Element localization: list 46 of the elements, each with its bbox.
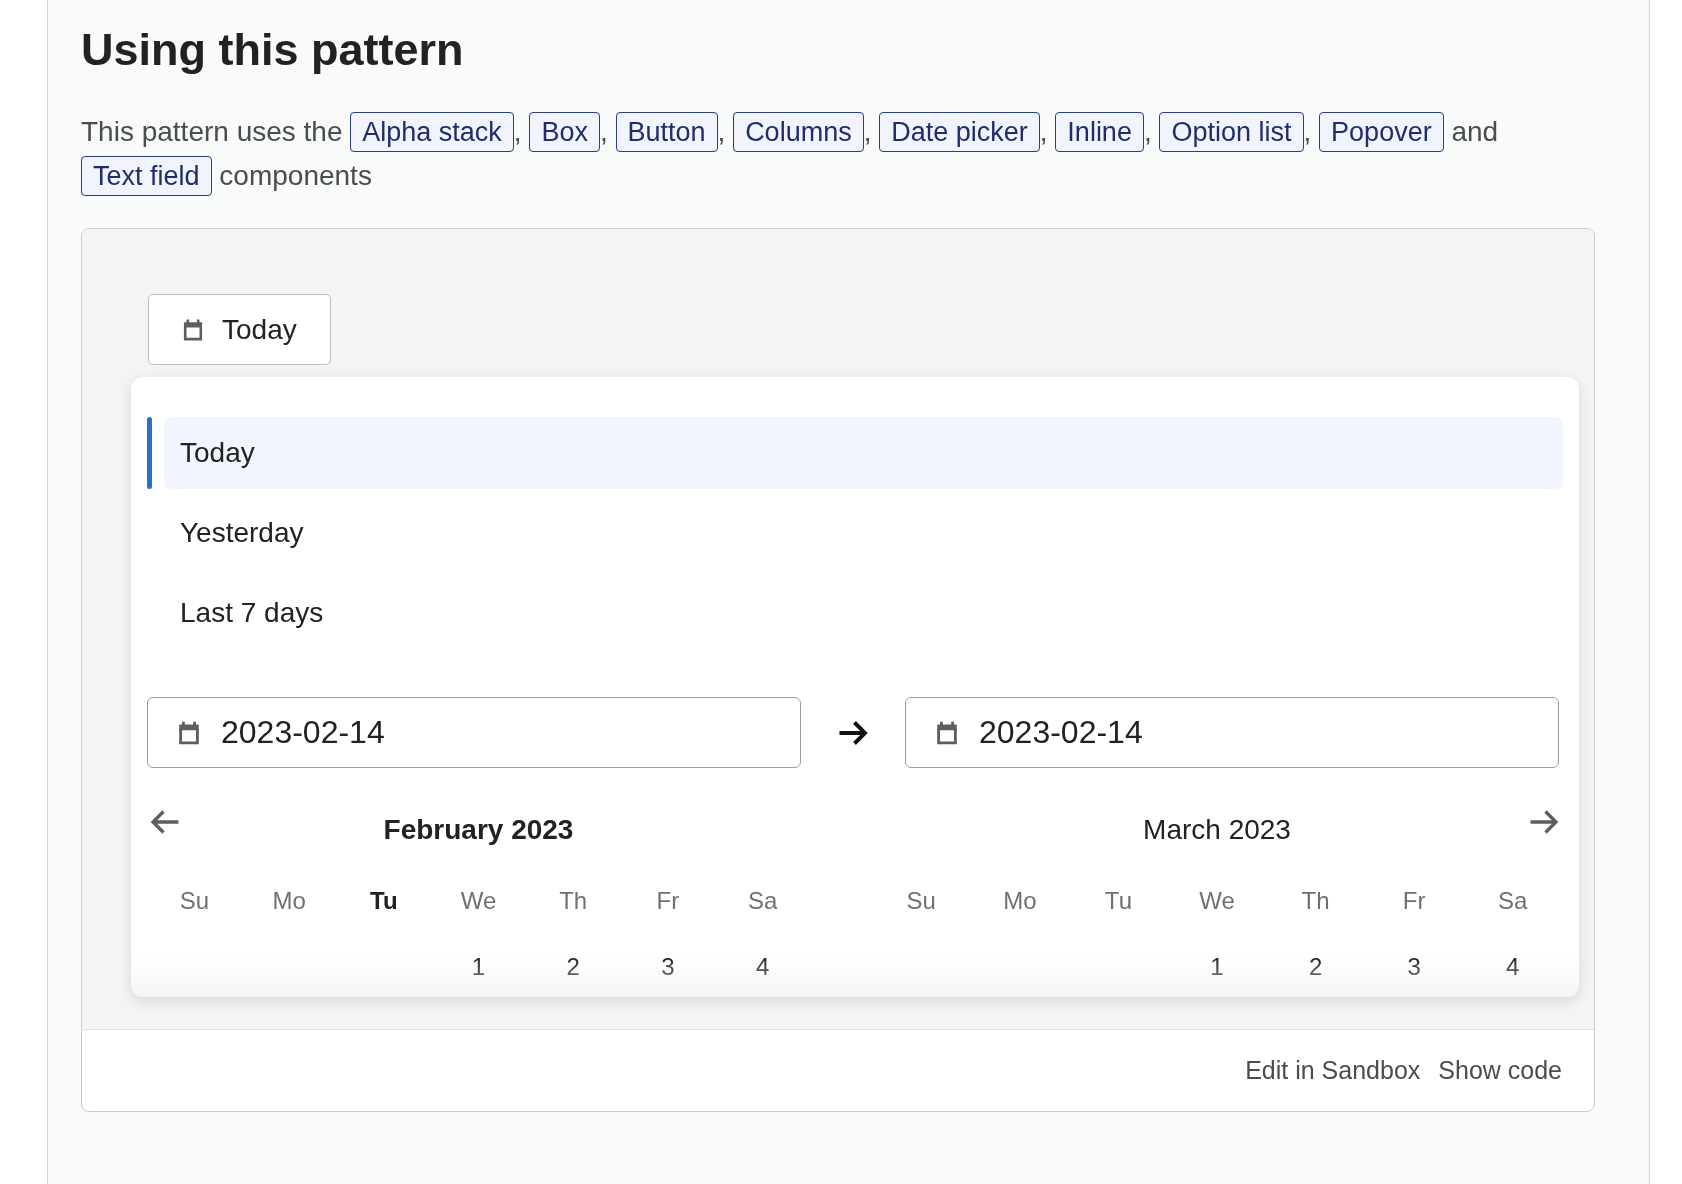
component-link[interactable]: Columns — [733, 112, 864, 152]
day-button[interactable]: 2 — [1308, 953, 1323, 981]
weekday-label: Fr — [1402, 887, 1426, 915]
component-link[interactable]: Date picker — [879, 112, 1040, 152]
weekday-label: Sa — [1498, 887, 1528, 915]
month-title: March 2023 — [1143, 814, 1291, 846]
weekday-label: Fr — [656, 887, 680, 915]
option-item[interactable]: Yesterday — [164, 497, 1563, 569]
day-button[interactable]: 3 — [661, 953, 675, 981]
component-link[interactable]: Alpha stack — [350, 112, 514, 152]
section-heading: Using this pattern — [81, 23, 465, 77]
weekday-label: Sa — [747, 887, 778, 915]
component-link[interactable]: Popover — [1319, 112, 1444, 152]
day-button[interactable]: 3 — [1407, 953, 1421, 981]
start-date-field[interactable]: 2023-02-14 — [147, 697, 801, 768]
end-date-field[interactable]: 2023-02-14 — [905, 697, 1559, 768]
weekday-label: Mo — [1003, 887, 1037, 915]
footer-link[interactable]: Edit in Sandbox — [1245, 1056, 1421, 1085]
day-button[interactable]: 2 — [566, 953, 580, 981]
month-title: February 2023 — [383, 814, 574, 846]
selection-bar — [147, 417, 152, 489]
footer-link[interactable]: Show code — [1438, 1056, 1562, 1085]
weekday-label: Th — [1301, 887, 1330, 915]
day-button[interactable]: 4 — [1506, 953, 1520, 981]
weekday-label: We — [460, 887, 497, 915]
component-link[interactable]: Text field — [81, 156, 212, 196]
day-button[interactable]: 1 — [471, 953, 486, 981]
weekday-label: Tu — [1104, 887, 1132, 915]
weekday-label: We — [1199, 887, 1235, 915]
intro-paragraph: This pattern uses the Alpha stack , Box , Button , Columns , Date picker , Inline , Option list , Popover and Text field components — [81, 110, 1561, 198]
weekday-label: Tu — [370, 887, 398, 915]
component-link[interactable]: Inline — [1055, 112, 1144, 152]
component-link[interactable]: Box — [529, 112, 600, 152]
component-link[interactable]: Option list — [1159, 112, 1304, 152]
day-button[interactable]: 1 — [1210, 953, 1224, 981]
weekday-label: Th — [559, 887, 588, 915]
weekday-label: Su — [179, 887, 210, 915]
option-item[interactable]: Last 7 days — [164, 577, 1563, 649]
date-range-button[interactable]: Today — [148, 294, 331, 365]
date-input[interactable]: 2023-02-14 — [221, 714, 721, 751]
weekday-label: Mo — [272, 887, 306, 915]
day-button[interactable]: 4 — [755, 953, 770, 981]
option-item[interactable]: Today — [164, 417, 1563, 489]
date-input[interactable]: 2023-02-14 — [979, 714, 1479, 751]
weekday-label: Su — [906, 887, 936, 915]
component-link[interactable]: Button — [615, 112, 718, 152]
